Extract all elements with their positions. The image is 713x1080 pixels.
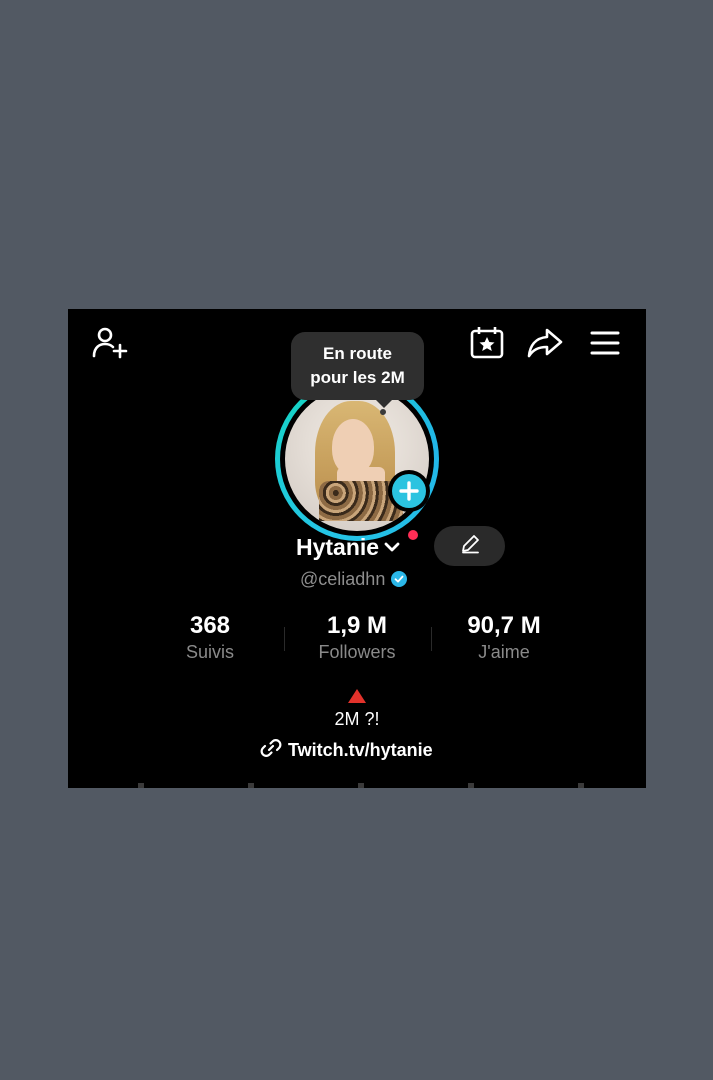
edit-profile-button[interactable] <box>434 526 505 566</box>
stat-label: J'aime <box>478 642 530 662</box>
stat-likes[interactable]: 90,7 M J'aime <box>439 611 569 663</box>
notification-dot <box>408 530 418 540</box>
link-icon <box>260 737 282 764</box>
stat-value: 90,7 M <box>467 612 541 639</box>
status-tooltip[interactable]: En route pour les 2M <box>291 332 424 400</box>
tooltip-line-1: En route <box>323 344 392 363</box>
add-user-icon[interactable] <box>90 325 130 361</box>
profile-name: Hytanie <box>296 533 380 560</box>
add-story-button[interactable] <box>388 470 430 512</box>
stat-followers[interactable]: 1,9 M Followers <box>292 611 422 663</box>
calendar-star-icon[interactable] <box>469 325 505 361</box>
bio-link[interactable]: Twitch.tv/hytanie <box>260 738 433 762</box>
stat-following[interactable]: 368 Suivis <box>145 611 275 663</box>
tooltip-tail <box>376 400 392 408</box>
plus-icon <box>392 474 426 508</box>
share-icon[interactable] <box>526 325 564 361</box>
red-triangle-icon <box>348 689 366 703</box>
stat-value: 1,9 M <box>326 612 388 639</box>
bio-text: 2M ?! <box>334 709 380 729</box>
handle-row: @celiadhn <box>300 567 408 591</box>
account-switcher[interactable]: Hytanie <box>296 532 401 562</box>
stat-value: 368 <box>189 612 231 639</box>
profile-handle: @celiadhn <box>300 568 386 589</box>
verified-badge-icon <box>391 571 408 587</box>
stat-label: Followers <box>318 642 396 662</box>
stat-label: Suivis <box>185 642 234 662</box>
stat-divider <box>431 627 432 651</box>
pencil-icon <box>459 533 481 560</box>
cut-off-content <box>98 783 618 788</box>
menu-icon[interactable] <box>587 327 623 359</box>
stat-divider <box>284 627 285 651</box>
tooltip-dot <box>380 409 386 415</box>
link-text: Twitch.tv/hytanie <box>288 739 433 760</box>
chevron-down-icon <box>383 540 401 554</box>
profile-screen: En route pour les 2M Hytanie @celiadhn 3… <box>68 309 646 788</box>
tooltip-line-2: pour les 2M <box>310 368 405 387</box>
